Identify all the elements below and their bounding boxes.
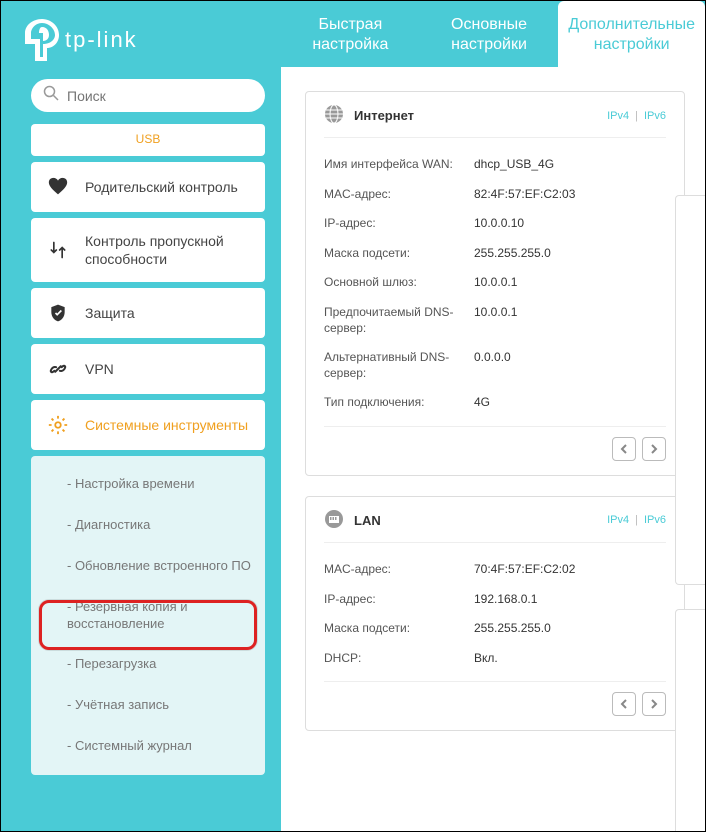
lan-icon — [324, 509, 344, 532]
ipv4-link[interactable]: IPv4 — [607, 514, 629, 526]
menu-item-security[interactable]: Защита — [31, 288, 265, 338]
submenu-item-firmware[interactable]: - Обновление встроенного ПО — [31, 546, 265, 587]
search-input[interactable] — [67, 88, 253, 104]
tab-basic-settings[interactable]: Основные настройки — [420, 1, 559, 67]
menu-item-bandwidth[interactable]: Контроль пропускной способности — [31, 218, 265, 282]
submenu-item-diagnostics[interactable]: - Диагностика — [31, 505, 265, 546]
search-box[interactable] — [31, 79, 265, 112]
panel-lan: LAN IPv4 | IPv6 MAC-адрес:70:4F:57:EF:C2… — [305, 496, 685, 731]
next-button[interactable] — [642, 692, 666, 716]
submenu-item-backup-restore[interactable]: - Резервная копия и восстановление — [31, 587, 265, 645]
main: Быстрая настройка Основные настройки Доп… — [281, 1, 705, 831]
prev-button[interactable] — [612, 437, 636, 461]
kv-key: Имя интерфейса WAN: — [324, 157, 474, 173]
heart-icon — [47, 176, 69, 198]
tab-advanced-settings[interactable]: Дополнительные настройки — [558, 1, 705, 67]
tp-link-logo-icon — [25, 19, 59, 61]
tabs: Быстрая настройка Основные настройки Доп… — [281, 1, 705, 67]
globe-icon — [324, 104, 344, 127]
logo: tp-link — [1, 1, 281, 71]
menu-item-parental[interactable]: Родительский контроль — [31, 162, 265, 212]
shield-icon — [47, 302, 69, 324]
submenu-item-syslog[interactable]: - Системный журнал — [31, 726, 265, 767]
content: Интернет IPv4 | IPv6 Имя интерфейса WAN:… — [281, 67, 705, 751]
ipv6-link[interactable]: IPv6 — [644, 514, 666, 526]
ipv4-link[interactable]: IPv4 — [607, 110, 629, 122]
menu-item-system-tools[interactable]: Системные инструменты — [31, 400, 265, 450]
search-icon — [43, 85, 59, 106]
panel-internet: Интернет IPv4 | IPv6 Имя интерфейса WAN:… — [305, 91, 685, 476]
sidebar: tp-link USB Родительский контроль Контро… — [1, 1, 281, 831]
next-button[interactable] — [642, 437, 666, 461]
brand-text: tp-link — [65, 27, 138, 53]
prev-button[interactable] — [612, 692, 636, 716]
submenu-item-reboot[interactable]: - Перезагрузка — [31, 644, 265, 685]
ipv6-link[interactable]: IPv6 — [644, 110, 666, 122]
panel-clipped-right-2 — [675, 609, 705, 831]
menu-item-usb[interactable]: USB — [31, 124, 265, 156]
panel-clipped-right-1 — [675, 195, 705, 585]
gear-icon — [47, 414, 69, 436]
submenu-item-time[interactable]: - Настройка времени — [31, 464, 265, 505]
vpn-icon — [47, 358, 69, 380]
submenu-system-tools: - Настройка времени - Диагностика - Обно… — [31, 456, 265, 775]
kv-val: dhcp_USB_4G — [474, 157, 554, 173]
panel-title: LAN — [354, 513, 381, 528]
bandwidth-icon — [47, 239, 69, 261]
panel-title: Интернет — [354, 108, 414, 123]
tab-quick-setup[interactable]: Быстрая настройка — [281, 1, 420, 67]
menu-item-vpn[interactable]: VPN — [31, 344, 265, 394]
menu: USB Родительский контроль Контроль пропу… — [1, 124, 281, 781]
submenu-item-account[interactable]: - Учётная запись — [31, 685, 265, 726]
